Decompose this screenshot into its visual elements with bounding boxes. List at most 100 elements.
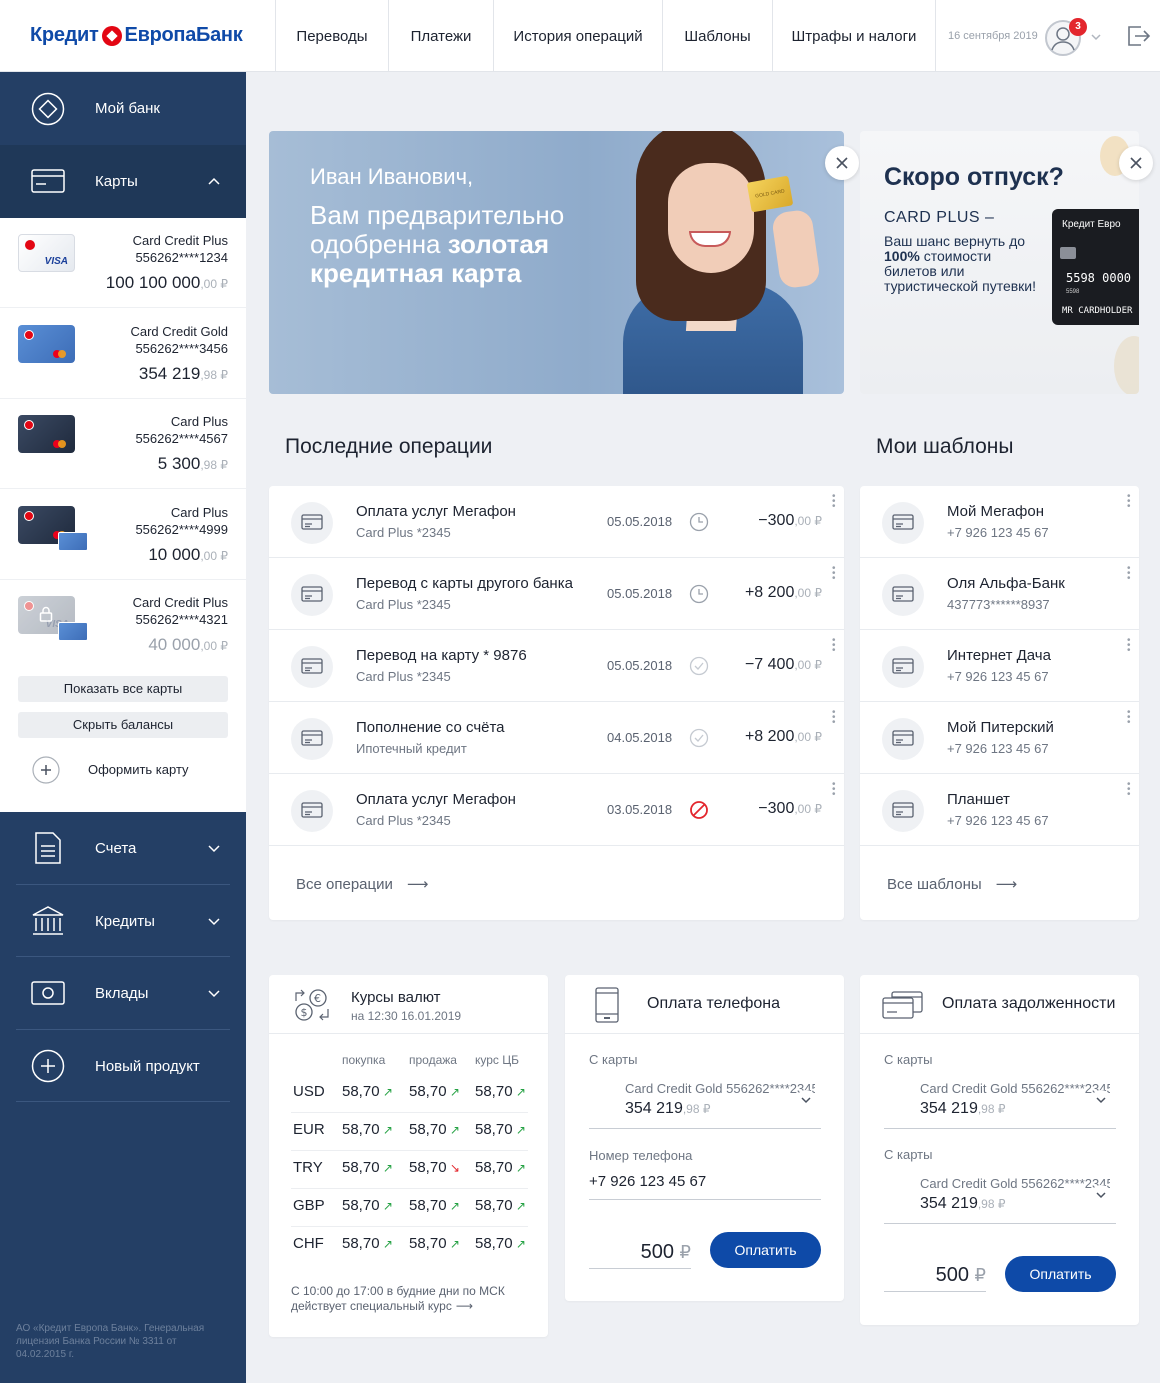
field-underline [589, 1199, 821, 1200]
mastercard-logo [53, 440, 67, 448]
trend-up-icon: ↗ [379, 1237, 393, 1251]
special-rate-note[interactable]: С 10:00 до 17:00 в будние дни по МСК дей… [291, 1284, 505, 1314]
sidebar-item-cards[interactable]: Карты [0, 145, 246, 218]
mobile-phone-icon [595, 987, 619, 1023]
trend-up-icon: ↗ [379, 1161, 393, 1175]
nav-templates[interactable]: Шаблоны [662, 0, 772, 72]
more-menu-icon[interactable]: • • • [832, 780, 836, 800]
card-balance: 40 000,00 ₽ [148, 635, 228, 654]
more-menu-icon[interactable]: • • • [832, 492, 836, 512]
close-banner-button[interactable] [825, 146, 859, 180]
more-menu-icon[interactable]: • • • [1127, 708, 1131, 728]
more-menu-icon[interactable]: • • • [1127, 492, 1131, 512]
card-thumbnail [18, 325, 75, 363]
black-card-image: Кредит Евро 5598 0000 5598 MR CARDHOLDER [1052, 209, 1139, 325]
linked-card-thumbnail [58, 622, 88, 641]
nav-transfers[interactable]: Переводы [275, 0, 388, 72]
phone-number-input[interactable]: +7 926 123 45 67 [589, 1171, 821, 1201]
legal-note: АО «Кредит Европа Банк». Генеральная лиц… [16, 1323, 205, 1360]
operation-source: Card Plus *2345 [356, 597, 451, 612]
field-underline [884, 1128, 1116, 1129]
card-select[interactable]: Card Credit Gold 556262****2345 354 219,… [884, 1075, 1116, 1129]
operation-row[interactable]: Перевод на карту * 9876 Card Plus *2345 … [269, 630, 844, 702]
banner-text: Ваш шанс вернуть до 100% стоимости билет… [884, 233, 1037, 294]
sidebar-item-new-product[interactable]: Новый продукт [0, 1030, 246, 1102]
template-row[interactable]: Интернет Дача +7 926 123 45 67 • • • [860, 630, 1139, 702]
card-item[interactable]: Card Plus 556262****4567 5 300,98 ₽ [0, 399, 246, 489]
operation-row[interactable]: Оплата услуг Мегафон Card Plus *2345 05.… [269, 486, 844, 558]
amount-input[interactable]: 500 ₽ [589, 1239, 691, 1269]
amount-input[interactable]: 500 ₽ [884, 1262, 986, 1292]
plus-circle-icon [31, 1049, 65, 1083]
more-menu-icon[interactable]: • • • [832, 564, 836, 584]
sidebar-item-accounts[interactable]: Счета [0, 812, 246, 884]
selected-card-balance: 354 219,98 ₽ [920, 1195, 1006, 1212]
user-menu-chevron-icon[interactable] [1091, 33, 1101, 41]
card-number: 556262****1234 [135, 250, 228, 265]
operation-row[interactable]: Перевод с карты другого банка Card Plus … [269, 558, 844, 630]
bank-logo[interactable]: Кредит ЕвропаБанк [30, 24, 243, 47]
sidebar-item-deposits[interactable]: Вклады [0, 957, 246, 1029]
all-operations-link[interactable]: Все операции ⟶ [296, 875, 428, 893]
card-select[interactable]: Card Credit Gold 556262****2345 354 219,… [884, 1170, 1116, 1224]
card-thumbnail: VISA [18, 234, 75, 272]
chevron-down-icon [1091, 1185, 1111, 1205]
card-item[interactable]: Card Plus 556262****4999 10 000,00 ₽ [0, 490, 246, 580]
rate-value-sell: 58,70 ↘ [409, 1159, 460, 1176]
bank-mark [24, 330, 34, 340]
card-item[interactable]: VISA Card Credit Plus 556262****1234 100… [0, 218, 246, 308]
trend-up-icon: ↗ [379, 1123, 393, 1137]
trend-up-icon: ↗ [512, 1161, 526, 1175]
phone-number-value: +7 926 123 45 67 [589, 1173, 707, 1190]
card-item-locked[interactable]: VISA Card Credit Plus 556262****4321 40 … [0, 580, 246, 670]
operation-card-icon [291, 574, 333, 616]
rate-value-cb: 58,70 ↗ [475, 1159, 526, 1176]
nav-payments[interactable]: Платежи [388, 0, 493, 72]
all-templates-link[interactable]: Все шаблоны ⟶ [887, 875, 1017, 893]
card-item[interactable]: Card Credit Gold 556262****3456 354 219,… [0, 309, 246, 399]
divider [16, 1101, 230, 1102]
card-icon [31, 169, 65, 193]
banner-greeting: Иван Иванович, [310, 164, 474, 189]
trend-up-icon: ↗ [446, 1237, 460, 1251]
more-menu-icon[interactable]: • • • [1127, 564, 1131, 584]
more-menu-icon[interactable]: • • • [1127, 780, 1131, 800]
operation-date: 05.05.2018 [607, 658, 673, 673]
more-menu-icon[interactable]: • • • [832, 708, 836, 728]
logout-icon[interactable] [1124, 22, 1152, 50]
divider [565, 1033, 844, 1034]
trend-up-icon: ↗ [446, 1123, 460, 1137]
rates-header-buy: покупка [342, 1053, 386, 1067]
bank-mark [24, 420, 34, 430]
operation-row[interactable]: Пополнение со счёта Ипотечный кредит 04.… [269, 702, 844, 774]
operation-title: Оплата услуг Мегафон [356, 791, 516, 808]
nav-history[interactable]: История операций [493, 0, 662, 72]
card-select[interactable]: Card Credit Gold 556262****2345 354 219,… [589, 1075, 821, 1129]
promo-banner-vacation[interactable]: Скоро отпуск? CARD PLUS – Ваш шанс верну… [860, 131, 1139, 394]
nav-fines-taxes[interactable]: Штрафы и налоги [772, 0, 936, 72]
more-menu-icon[interactable]: • • • [832, 636, 836, 656]
sidebar-item-credits[interactable]: Кредиты [0, 885, 246, 957]
template-detail: +7 926 123 45 67 [947, 525, 1049, 540]
card-balance: 100 100 000,00 ₽ [105, 273, 228, 292]
hide-balances-button[interactable]: Скрыть балансы [18, 712, 228, 738]
pay-phone-button[interactable]: Оплатить [710, 1232, 821, 1268]
show-all-cards-button[interactable]: Показать все карты [18, 676, 228, 702]
order-card-button[interactable]: Оформить карту [32, 756, 232, 784]
template-row[interactable]: Мой Мегафон +7 926 123 45 67 • • • [860, 486, 1139, 558]
template-row[interactable]: Мой Питерский +7 926 123 45 67 • • • [860, 702, 1139, 774]
debt-payment-title: Оплата задолженности [942, 995, 1116, 1012]
more-menu-icon[interactable]: • • • [1127, 636, 1131, 656]
template-row[interactable]: Планшет +7 926 123 45 67 • • • [860, 774, 1139, 846]
template-row[interactable]: Оля Альфа-Банк 437773******8937 • • • [860, 558, 1139, 630]
notification-badge[interactable]: 3 [1069, 18, 1087, 36]
operation-row[interactable]: Оплата услуг Мегафон Card Plus *2345 03.… [269, 774, 844, 846]
promo-banner-gold-card[interactable]: Иван Иванович, Вам предварительно одобре… [269, 131, 844, 394]
close-banner-button[interactable] [1119, 146, 1153, 180]
pay-debt-button[interactable]: Оплатить [1005, 1256, 1116, 1292]
operations-title: Последние операции [285, 435, 493, 458]
sidebar-item-my-bank[interactable]: Мой банк [0, 72, 246, 145]
card-name: Card Credit Plus [132, 233, 228, 248]
operation-card-icon [291, 502, 333, 544]
banner-woman-image [591, 131, 831, 394]
